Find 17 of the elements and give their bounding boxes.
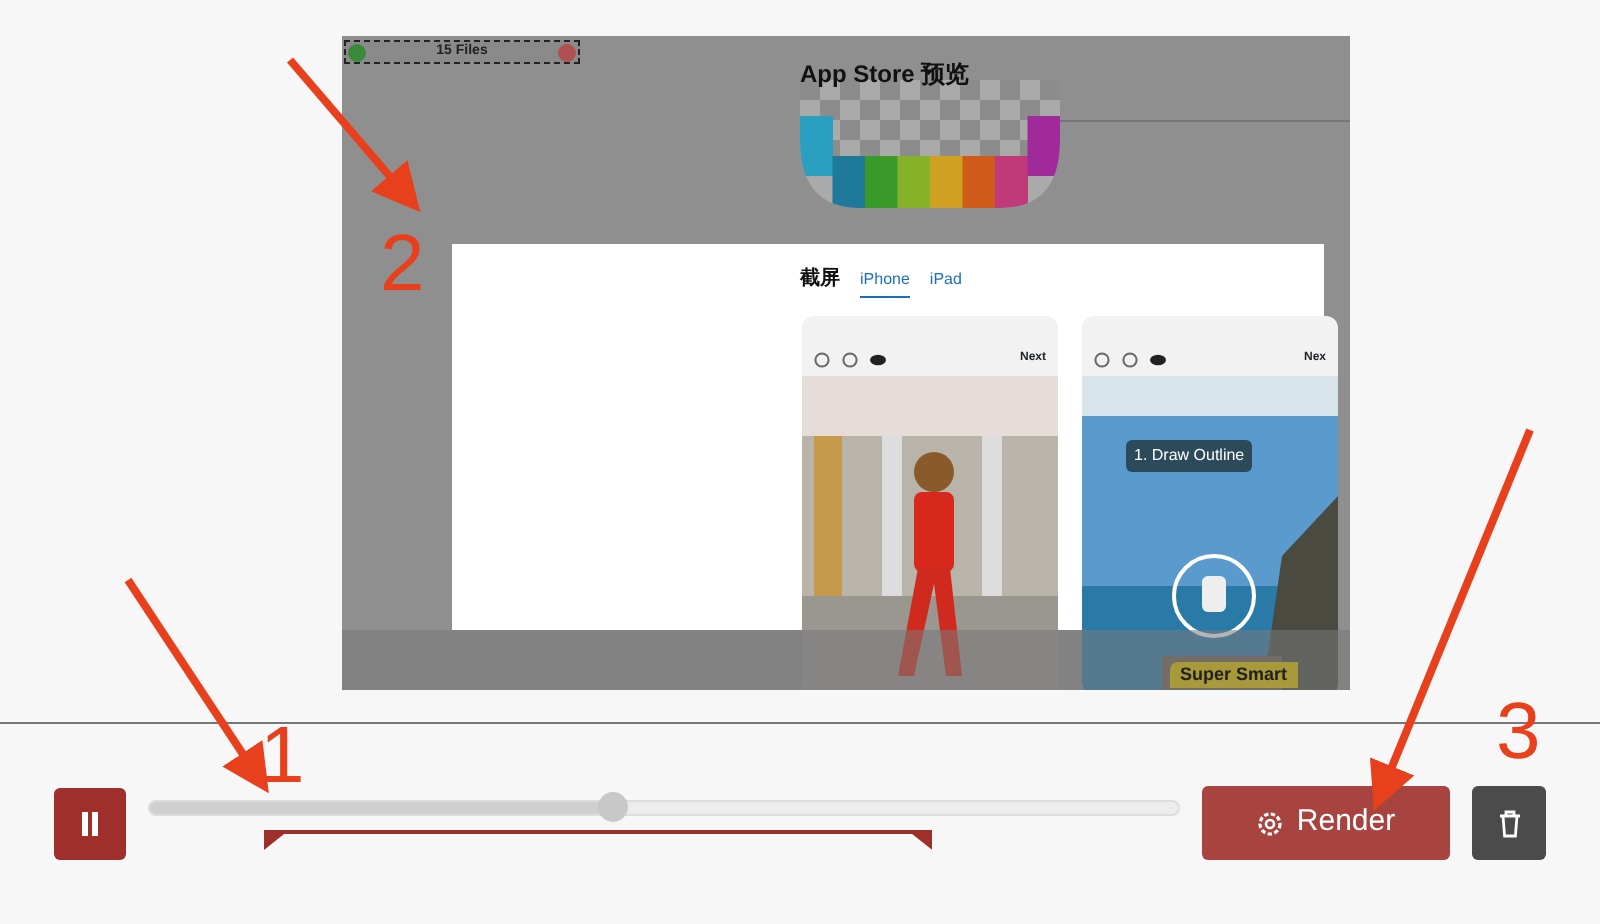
status-icon (348, 44, 366, 62)
delete-button[interactable] (1472, 786, 1546, 860)
render-button[interactable]: Render (1202, 786, 1450, 860)
section-title: 截屏 (800, 265, 840, 294)
slider-thumb[interactable] (598, 791, 629, 821)
annotation-number: 2 (380, 224, 425, 304)
trash-icon (1497, 809, 1521, 837)
annotation-number: 1 (260, 716, 305, 796)
preview-title: App Store 预览 (800, 58, 970, 92)
callout-label: 1. Draw Outline (1126, 440, 1253, 472)
pause-button[interactable] (54, 787, 126, 859)
settings-icon (1256, 809, 1285, 837)
banner-label: Super Smart (1170, 662, 1298, 688)
trim-range[interactable] (263, 829, 932, 849)
pause-icon (80, 811, 100, 835)
device-tab[interactable]: iPhone (860, 268, 910, 298)
device-tab[interactable]: iPad (929, 268, 962, 296)
